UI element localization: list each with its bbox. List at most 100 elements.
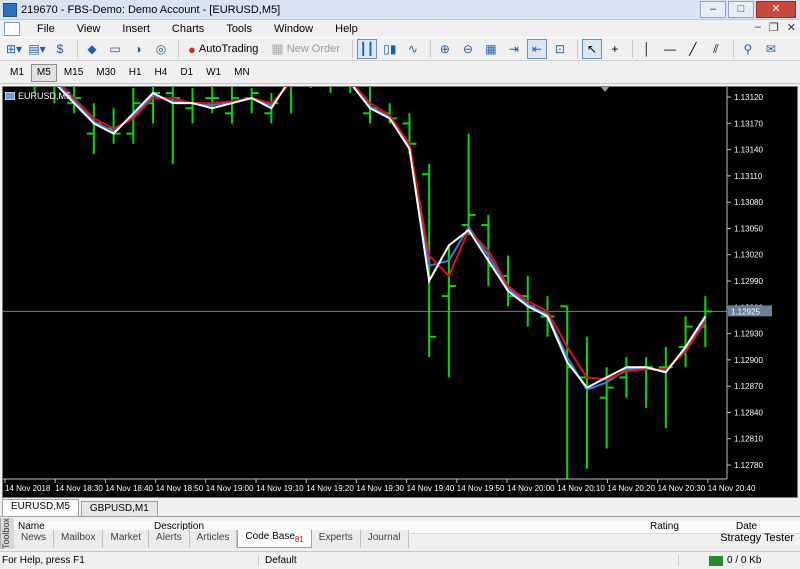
tester-icon[interactable]: ◑ [128,39,148,59]
time-tick-label: 14 Nov 20:40 [708,484,756,493]
vertical-line-icon[interactable]: │ [637,39,657,59]
mdi-close-icon[interactable]: ✕ [787,21,796,34]
toolbar-separator [732,40,734,58]
chart-window-icon [5,91,15,100]
menu-window[interactable]: Window [263,23,324,35]
tab-mailbox[interactable]: Mailbox [54,530,104,548]
tab-experts[interactable]: Experts [311,530,361,548]
mdi-controls: – ❐ ✕ [755,21,796,34]
time-tick-label: 14 Nov 20:20 [607,484,655,493]
cursor-icon[interactable]: ↖ [581,39,602,59]
time-tick-label: 14 Nov 18:30 [55,484,103,493]
autoscroll-icon[interactable]: ⇥ [504,39,524,59]
chart-shift-icon[interactable]: ⇤ [526,39,547,59]
autotrading-icon: ● [188,41,196,57]
price-tick-label: 1.12780 [734,461,763,470]
new-order-button[interactable]: ▦ New Order [266,39,344,59]
timeframe-m1[interactable]: M1 [4,64,30,82]
mdi-window-icon[interactable] [4,21,20,36]
timeframe-mn[interactable]: MN [228,64,256,82]
time-tick-label: 14 Nov 2018 [5,484,51,493]
signals-icon[interactable]: ◎ [151,39,171,59]
timeframe-w1[interactable]: W1 [200,64,227,82]
column-rating[interactable]: Rating [650,521,679,532]
price-chart[interactable]: 1.13120 1.13170 1.13140 1.13110 1.13080 1.130… [3,87,797,497]
menu-file[interactable]: File [26,23,66,35]
autotrading-label: AutoTrading [198,43,259,55]
tab-articles[interactable]: Articles [189,530,238,548]
minimize-button[interactable]: – [700,1,726,18]
toolbar-separator [178,40,179,58]
status-help: For Help, press F1 [2,555,85,566]
connection-icon [709,555,723,566]
mdi-minimize-icon[interactable]: – [755,21,761,34]
tab-journal[interactable]: Journal [360,530,409,548]
menu-help[interactable]: Help [324,23,369,35]
chart-tab-eurusd[interactable]: EURUSD,M5 [2,499,79,516]
terminal-icon[interactable]: ▭ [105,39,125,59]
time-tick-label: 14 Nov 19:40 [407,484,455,493]
time-tick-label: 14 Nov 20:30 [658,484,706,493]
toolbox-side-label[interactable]: Toolbox [0,518,14,549]
candlestick-icon[interactable]: ▯▮ [380,39,400,59]
timeframe-m30[interactable]: M30 [90,64,121,82]
menu-bar: File View Insert Charts Tools Window Hel… [0,20,800,37]
horizontal-line-icon[interactable]: — [660,39,680,59]
tab-news[interactable]: News [14,530,55,548]
price-tick-label: 1.12900 [734,356,763,365]
new-order-icon: ▦ [271,41,284,56]
status-bar: For Help, press F1 Default 0 / 0 Kb [0,551,800,569]
autotrading-button[interactable]: ● AutoTrading [183,39,263,59]
timeframe-h4[interactable]: H4 [149,64,174,82]
chart-tabs: EURUSD,M5 GBPUSD,M1 [0,499,800,517]
time-tick-label: 14 Nov 18:50 [156,484,204,493]
time-tick-label: 14 Nov 18:40 [105,484,153,493]
time-tick-label: 14 Nov 19:30 [356,484,404,493]
zoom-in-icon[interactable]: ⊕ [435,39,455,59]
timeframe-d1[interactable]: D1 [174,64,199,82]
trendline-icon[interactable]: ╱ [683,39,703,59]
bar-chart-icon[interactable]: ┃┃ [356,39,377,59]
crosshair-icon[interactable]: + [605,39,625,59]
timeframe-h1[interactable]: H1 [123,64,148,82]
time-tick-label: 14 Nov 19:10 [256,484,304,493]
line-chart-icon[interactable]: ∿ [403,39,423,59]
maximize-button[interactable]: □ [728,1,754,18]
search-icon[interactable]: ⚲ [738,39,758,59]
moving-average-line [59,87,707,391]
tab-market[interactable]: Market [103,530,150,548]
time-tick-label: 14 Nov 20:10 [557,484,605,493]
profiles-icon[interactable]: ▤▾ [27,39,47,59]
new-order-label: New Order [286,43,340,55]
time-tick-label: 14 Nov 19:50 [457,484,505,493]
menu-charts[interactable]: Charts [161,23,215,35]
timeframe-m5[interactable]: M5 [30,63,57,82]
price-tick-label: 1.13170 [734,119,763,128]
price-tick-label: 1.12810 [734,435,763,444]
mdi-restore-icon[interactable]: ❐ [769,21,779,34]
zoom-out-icon[interactable]: ⊖ [458,39,478,59]
navigator-icon[interactable]: ◆ [82,39,102,59]
menu-view[interactable]: View [66,23,112,35]
chat-icon[interactable]: ✉ [761,39,781,59]
menu-tools[interactable]: Tools [215,23,263,35]
timeframe-m15[interactable]: M15 [58,64,89,82]
code-base-badge: 81 [294,535,304,544]
strategy-tester-button[interactable]: Strategy Tester [720,532,794,544]
tab-code-base[interactable]: Code Base81 [237,530,312,548]
chart-tab-gbpusd[interactable]: GBPUSD,M1 [80,501,158,516]
chart-window[interactable]: EURUSD,M5 1.13120 1.13170 1.13140 1.13110 1.… [2,86,798,498]
toolbar-separator [77,40,78,58]
tab-alerts[interactable]: Alerts [149,530,190,548]
market-watch-icon[interactable]: $ [50,39,70,59]
tab-code-base-label: Code Base [245,531,295,542]
close-button[interactable]: ✕ [756,1,796,18]
new-chart-icon[interactable]: ⊞▾ [4,39,24,59]
moving-average-line [62,87,707,381]
channel-icon[interactable]: ⫽ [706,39,726,59]
indicators-icon[interactable]: ⊡ [550,39,570,59]
menu-insert[interactable]: Insert [111,23,161,35]
column-date[interactable]: Date [736,521,757,532]
toolbox-panel: Toolbox Name Description Rating Date New… [0,518,800,549]
tile-windows-icon[interactable]: ▦ [481,39,501,59]
